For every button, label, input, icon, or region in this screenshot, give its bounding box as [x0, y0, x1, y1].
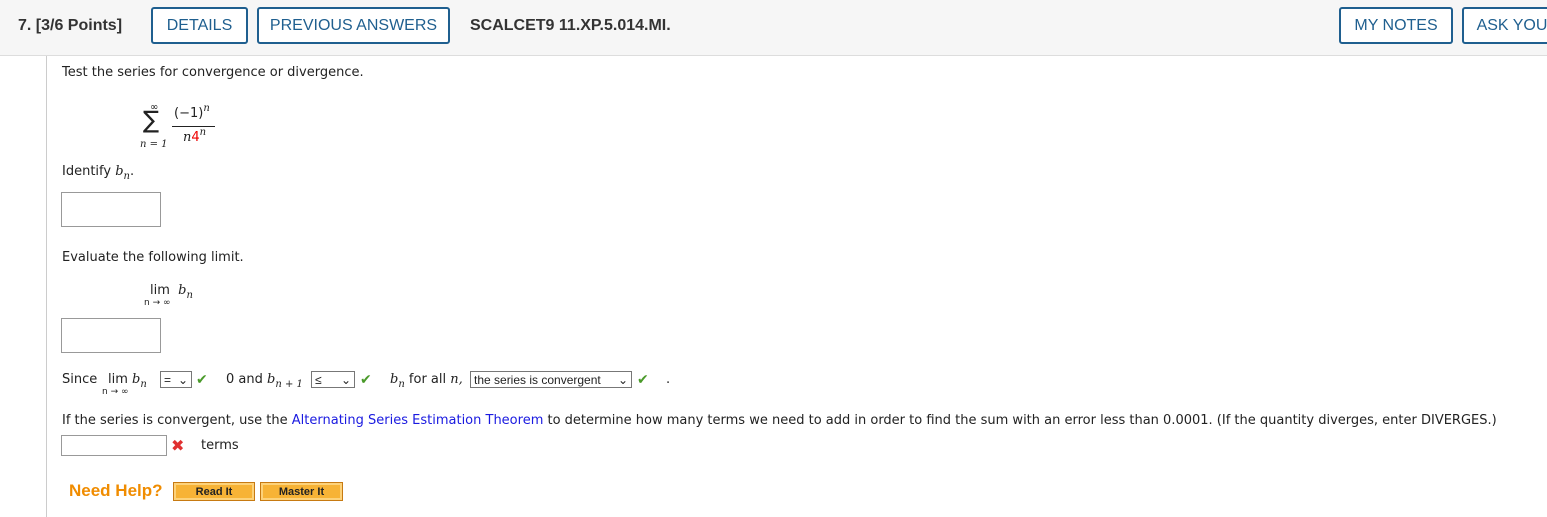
since-limit-under: n → ∞ [102, 387, 129, 397]
for-all-text: bn for all n, [390, 372, 463, 390]
denominator: n4n [183, 127, 207, 145]
correct-check-icon: ✔ [360, 372, 372, 388]
evaluate-text: Evaluate the following limit. [62, 250, 244, 265]
since-mid: 0 and bn + 1 [226, 372, 303, 390]
bn-input[interactable] [61, 192, 161, 227]
conclusion-select[interactable]: the series is convergent ⌄ [470, 371, 632, 388]
previous-answers-button[interactable]: PREVIOUS ANSWERS [257, 7, 450, 44]
need-help-label: Need Help? [69, 481, 163, 500]
fraction-bar [172, 126, 215, 127]
limit-expression: lim bn [150, 283, 193, 301]
terms-label: terms [201, 438, 239, 453]
limit-input[interactable] [61, 318, 161, 353]
my-notes-button[interactable]: MY NOTES [1339, 7, 1453, 44]
question-number: 7. [3/6 Points] [18, 17, 123, 34]
divider [46, 56, 47, 517]
identify-text: Identify bn. [62, 164, 135, 182]
chevron-down-icon: ⌄ [340, 372, 351, 387]
since-limit: lim bn [108, 372, 147, 390]
chevron-down-icon: ⌄ [177, 372, 188, 387]
estimate-text: If the series is convergent, use the Alt… [62, 413, 1497, 428]
prompt-text: Test the series for convergence or diver… [62, 65, 364, 80]
limit-under: n → ∞ [144, 298, 171, 308]
read-it-button[interactable]: Read It [173, 482, 255, 501]
incorrect-x-icon: ✖ [171, 436, 185, 455]
question-code: SCALCET9 11.XP.5.014.MI. [470, 17, 671, 34]
details-button[interactable]: DETAILS [151, 7, 248, 44]
correct-check-icon: ✔ [637, 372, 649, 388]
sigma-icon: ∑ [143, 106, 160, 134]
period: . [666, 372, 671, 387]
correct-check-icon: ✔ [196, 372, 208, 388]
sum-lower: n = 1 [140, 139, 168, 150]
question-header: 7. [3/6 Points] DETAILS PREVIOUS ANSWERS… [0, 0, 1547, 56]
terms-input[interactable] [61, 435, 167, 456]
equality-select[interactable]: = ⌄ [160, 371, 192, 388]
since-label: Since [62, 372, 98, 387]
numerator: (−1)n [174, 103, 210, 121]
master-it-button[interactable]: Master It [260, 482, 343, 501]
ask-your-teacher-button[interactable]: ASK YOU [1462, 7, 1547, 44]
inequality-select[interactable]: ≤ ⌄ [311, 371, 355, 388]
theorem-link[interactable]: Alternating Series Estimation Theorem [292, 413, 544, 428]
chevron-down-icon: ⌄ [617, 372, 628, 387]
